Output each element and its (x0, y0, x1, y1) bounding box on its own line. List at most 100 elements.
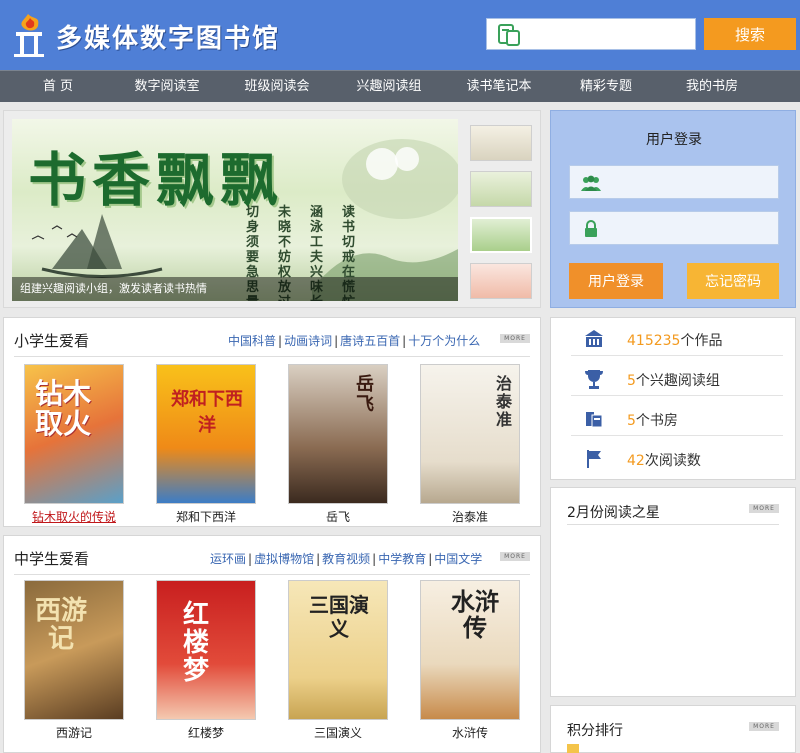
book-item[interactable]: 岳飞 岳飞 (286, 364, 390, 525)
book-item[interactable]: 水浒传 水浒传 (418, 580, 522, 741)
divider (14, 356, 530, 357)
book-title[interactable]: 水浒传 (418, 724, 522, 741)
users-icon (581, 175, 601, 191)
cover-title: 治泰准 (495, 374, 512, 429)
login-panel: 用户登录 用户登录 忘记密码 (550, 110, 796, 308)
stats-panel: 415235个作品 5个兴趣阅读组 5个书房 42次阅读数 (550, 317, 796, 480)
book-title[interactable]: 治泰准 (418, 508, 522, 525)
nav-featured-topics[interactable]: 精彩专题 (570, 71, 642, 103)
book-title[interactable]: 郑和下西洋 (154, 508, 258, 525)
banner-thumb-active[interactable] (470, 217, 532, 253)
more-button[interactable]: MORE (500, 334, 530, 343)
section-link[interactable]: 唐诗五百首 (340, 334, 400, 348)
site-title[interactable]: 多媒体数字图书馆 (56, 18, 280, 55)
section-title: 小学生爱看 (14, 332, 90, 350)
username-input[interactable] (610, 171, 770, 193)
stat-studies: 5个书房 (571, 400, 783, 436)
section-link[interactable]: 中国文学 (434, 552, 482, 566)
search-button[interactable]: 搜索 (704, 18, 796, 50)
reading-star-panel: 2月份阅读之星 MORE (550, 487, 796, 697)
nav-class-reading[interactable]: 班级阅读会 (234, 71, 320, 103)
section-link[interactable]: 中国科普 (228, 334, 276, 348)
more-button[interactable]: MORE (749, 504, 779, 513)
search-input[interactable] (529, 22, 689, 46)
book-item[interactable]: 郑和下西洋 郑和下西洋 (154, 364, 258, 525)
nav-home[interactable]: 首 页 (22, 71, 94, 103)
book-cover[interactable]: 西游记 (24, 580, 124, 720)
main-nav: 首 页 数字阅读室 班级阅读会 兴趣阅读组 读书笔记本 精彩专题 我的书房 (0, 70, 800, 102)
points-rank-panel: 积分排行 MORE (550, 705, 796, 753)
stat-number: 5 (627, 413, 636, 429)
library-icon (585, 330, 603, 347)
trophy-icon (585, 370, 603, 389)
banner-thumb[interactable] (470, 125, 532, 161)
stat-text: 415235个作品 (627, 330, 722, 350)
book-title[interactable]: 岳飞 (286, 508, 390, 525)
section-link[interactable]: 运环画 (210, 552, 246, 566)
cover-title: 三国演义 (309, 593, 369, 641)
more-button[interactable]: MORE (749, 722, 779, 731)
book-title[interactable]: 三国演义 (286, 724, 390, 741)
cover-title: 红楼梦 (182, 600, 209, 686)
stat-label: 个书房 (635, 413, 678, 429)
section-links: 运环画 | 虚拟博物馆 | 教育视频 | 中学教育 | 中国文学 (210, 552, 483, 566)
username-field[interactable] (569, 165, 779, 199)
book-item[interactable]: 西游记 西游记 (22, 580, 126, 741)
cover-title: 钻木取火 (34, 377, 91, 440)
book-item[interactable]: 钻木取火 钻木取火的传说 (22, 364, 126, 525)
panel-title: 积分排行 (567, 723, 623, 739)
cover-title: 岳飞 (356, 374, 374, 415)
nav-digital-reading[interactable]: 数字阅读室 (124, 71, 210, 103)
banner-thumb[interactable] (470, 171, 532, 207)
book-item[interactable]: 三国演义 三国演义 (286, 580, 390, 741)
book-item[interactable]: 红楼梦 红楼梦 (154, 580, 258, 741)
book-cover[interactable]: 治泰准 (420, 364, 520, 504)
forgot-password-button[interactable]: 忘记密码 (687, 263, 779, 299)
book-cover[interactable]: 水浒传 (420, 580, 520, 720)
bookshelf-icon (586, 412, 603, 428)
nav-reading-notes[interactable]: 读书笔记本 (456, 71, 542, 103)
banner-panel: 书香飘飘 读书切戒在慌忙 涵泳工夫兴味长 未晓不妨权放过 切身须要急思量 组建兴… (3, 110, 541, 308)
book-item[interactable]: 治泰准 治泰准 (418, 364, 522, 525)
banner-slide[interactable]: 书香飘飘 读书切戒在慌忙 涵泳工夫兴味长 未晓不妨权放过 切身须要急思量 组建兴… (12, 119, 458, 301)
section-link[interactable]: 虚拟博物馆 (254, 552, 314, 566)
book-title[interactable]: 西游记 (22, 724, 126, 741)
book-cover[interactable]: 三国演义 (288, 580, 388, 720)
book-cover[interactable]: 钻木取火 (24, 364, 124, 504)
section-link[interactable]: 动画诗词 (284, 334, 332, 348)
book-title[interactable]: 红楼梦 (154, 724, 258, 741)
divider (567, 524, 779, 525)
section-links: 中国科普 | 动画诗词 | 唐诗五百首 | 十万个为什么 (228, 334, 481, 348)
login-button[interactable]: 用户登录 (569, 263, 663, 299)
section-title: 中学生爱看 (14, 550, 90, 568)
stat-number: 5 (627, 373, 636, 389)
password-field[interactable] (569, 211, 779, 245)
banner-thumbnails (470, 125, 532, 309)
password-input[interactable] (610, 217, 770, 239)
login-title: 用户登录 (646, 132, 702, 148)
lock-icon (585, 220, 597, 237)
book-cover[interactable]: 红楼梦 (156, 580, 256, 720)
book-title[interactable]: 钻木取火的传说 (22, 508, 126, 525)
stat-number: 42 (627, 453, 645, 469)
more-button[interactable]: MORE (500, 552, 530, 561)
middle-school-section: 中学生爱看 运环画 | 虚拟博物馆 | 教育视频 | 中学教育 | 中国文学 MORE 西游记 … (3, 535, 541, 753)
panel-title: 2月份阅读之星 (567, 505, 660, 521)
search-box[interactable] (486, 18, 696, 50)
cover-title: 郑和下西洋 (171, 389, 243, 436)
flag-icon (587, 450, 601, 468)
book-cover[interactable]: 岳飞 (288, 364, 388, 504)
nav-my-study[interactable]: 我的书房 (676, 71, 748, 103)
book-cover[interactable]: 郑和下西洋 (156, 364, 256, 504)
site-header: 多媒体数字图书馆 搜索 (0, 0, 800, 70)
stat-reads: 42次阅读数 (571, 440, 783, 476)
nav-interest-group[interactable]: 兴趣阅读组 (346, 71, 432, 103)
rank-badge-icon (567, 744, 579, 753)
book-search-icon (498, 24, 520, 46)
banner-thumb[interactable] (470, 263, 532, 299)
stat-text: 5个兴趣阅读组 (627, 370, 720, 390)
section-link[interactable]: 教育视频 (322, 552, 370, 566)
torch-logo-icon[interactable] (8, 10, 50, 58)
section-link[interactable]: 十万个为什么 (408, 334, 480, 348)
section-link[interactable]: 中学教育 (378, 552, 426, 566)
